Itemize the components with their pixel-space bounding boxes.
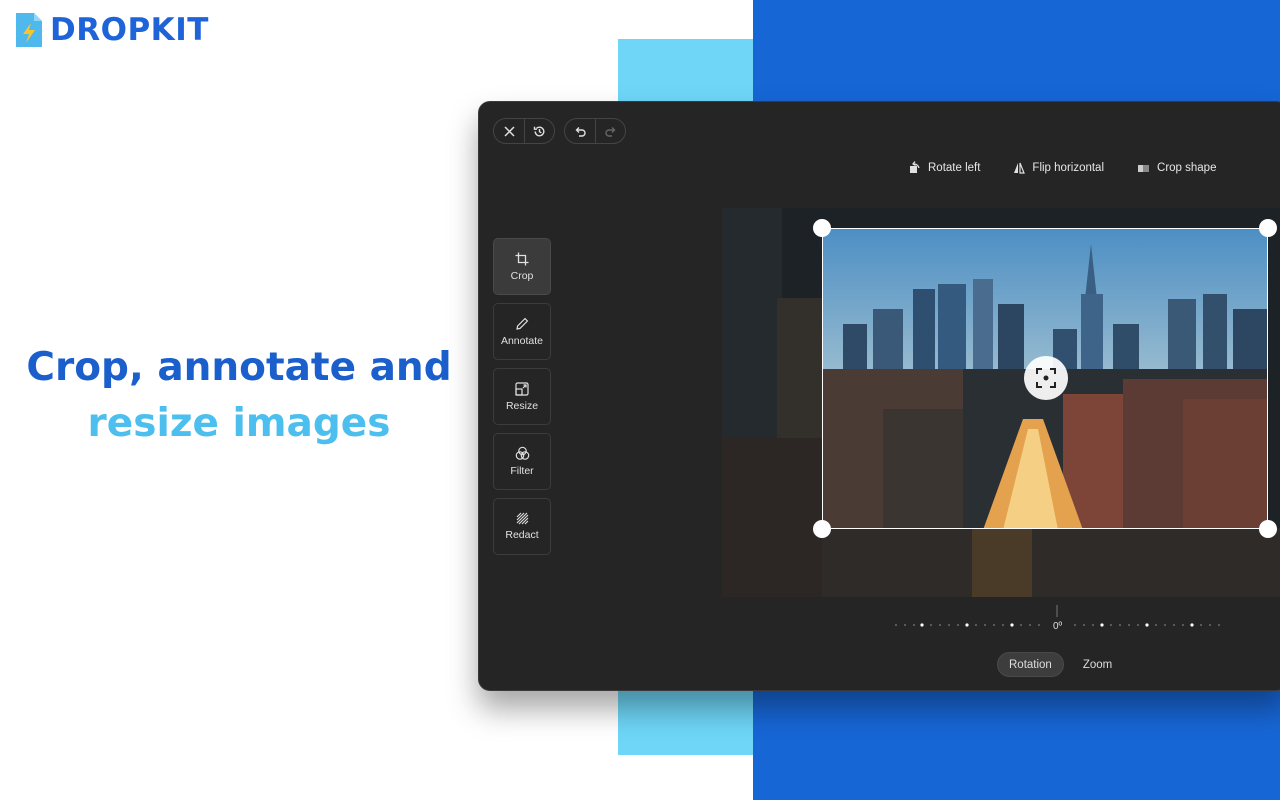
sidebar-item-label: Filter	[510, 465, 534, 477]
sidebar-item-redact[interactable]: Redact	[493, 498, 551, 555]
flip-horizontal-label: Flip horizontal	[1032, 161, 1105, 174]
flip-horizontal-icon	[1014, 162, 1026, 174]
filter-icon	[515, 446, 529, 460]
crop-handle-top-right[interactable]	[1259, 219, 1277, 237]
sidebar-item-label: Annotate	[500, 334, 544, 347]
adjust-tabs: Rotation Zoom	[997, 652, 1123, 677]
pencil-icon	[516, 317, 529, 330]
redact-icon	[516, 512, 528, 525]
crop-handle-bottom-right[interactable]	[1259, 520, 1277, 538]
crop-handle-top-left[interactable]	[813, 219, 831, 237]
undo-icon	[575, 126, 586, 137]
tab-rotation[interactable]: Rotation	[997, 652, 1064, 677]
crop-icon	[515, 252, 529, 265]
image-canvas[interactable]	[722, 208, 1280, 597]
sidebar-item-annotate[interactable]: Annotate	[493, 303, 551, 360]
center-focus-button[interactable]	[1024, 356, 1068, 400]
crop-shape-button[interactable]: Crop shape	[1137, 161, 1216, 174]
editor-window: Rotate left Flip horizontal Crop shape C…	[478, 101, 1280, 691]
rotate-left-label: Rotate left	[928, 161, 981, 174]
tool-sidebar: Crop Annotate Resize Filter Redact	[493, 238, 551, 555]
sidebar-item-label: Resize	[505, 399, 539, 412]
redo-icon	[604, 126, 615, 137]
headline-line-1: Crop, annotate and	[26, 345, 452, 390]
window-actions-group	[493, 118, 555, 144]
crop-shape-label: Crop shape	[1157, 161, 1217, 174]
sidebar-item-crop[interactable]: Crop	[493, 238, 551, 295]
brand-name: DROPKIT	[50, 12, 209, 48]
flip-horizontal-button[interactable]: Flip horizontal	[1013, 161, 1104, 174]
sidebar-item-label: Redact	[505, 529, 539, 541]
focus-icon	[1036, 368, 1056, 388]
close-icon	[503, 125, 515, 137]
headline: Crop, annotate and resize images	[0, 340, 478, 452]
resize-icon	[515, 381, 529, 396]
sidebar-item-resize[interactable]: Resize	[493, 368, 551, 425]
history-icon	[533, 125, 545, 136]
rotate-left-icon	[910, 161, 920, 173]
rotate-left-button[interactable]: Rotate left	[909, 161, 980, 174]
redo-button[interactable]	[595, 119, 625, 143]
sidebar-item-label: Crop	[510, 269, 534, 282]
brand-logo: DROPKIT	[14, 11, 209, 49]
tab-zoom[interactable]: Zoom	[1072, 652, 1123, 677]
sidebar-item-filter[interactable]: Filter	[493, 433, 551, 490]
close-button[interactable]	[494, 119, 524, 143]
rotation-value: 0º	[1053, 621, 1063, 632]
crop-shape-icon	[1138, 165, 1150, 172]
file-bolt-icon	[16, 13, 42, 47]
undo-redo-group	[564, 118, 626, 144]
crop-toolbar: Rotate left Flip horizontal Crop shape	[909, 161, 1249, 174]
crop-handle-bottom-left[interactable]	[813, 520, 831, 538]
history-button[interactable]	[524, 119, 554, 143]
headline-line-2: resize images	[87, 401, 391, 446]
undo-button[interactable]	[565, 119, 595, 143]
rotation-dial[interactable]: 0º	[894, 605, 1224, 635]
